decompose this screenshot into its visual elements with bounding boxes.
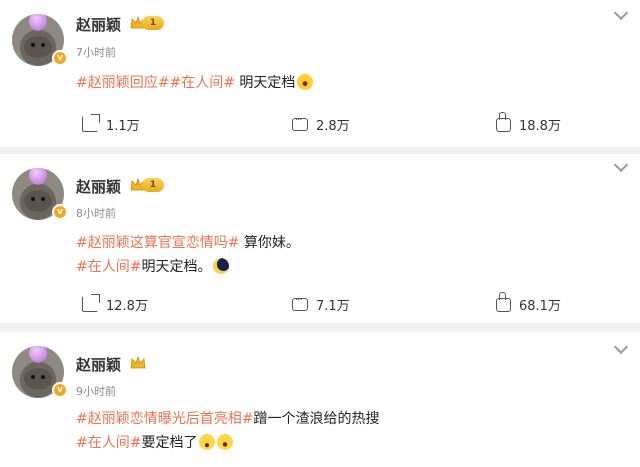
user-level-badge: 1 (142, 178, 164, 192)
share-icon (82, 114, 100, 132)
hedgehog-face (24, 36, 52, 58)
like-count: 68.1万 (519, 298, 561, 314)
user-level-badge: 1 (142, 16, 164, 30)
share-button[interactable]: 1.1万 (82, 114, 140, 134)
like-button[interactable]: 68.1万 (496, 292, 561, 314)
verified-badge-icon: v (52, 382, 68, 398)
shocked-emoji-icon (217, 434, 234, 450)
share-count: 12.8万 (106, 298, 148, 314)
weibo-post: v 赵丽颖 1 8小时前 #赵丽颖这算官宣恋情吗# 算你妹。 #在人间#明天定档… (0, 154, 640, 323)
post-text: 算你妹。 (239, 235, 300, 251)
share-icon (82, 294, 100, 312)
surprised-emoji-icon (297, 74, 314, 90)
topic-hashtag[interactable]: #赵丽颖这算官宣恋情吗# (76, 235, 239, 251)
balloon-graphic (29, 14, 47, 30)
post-text: 明天定档。 (141, 259, 212, 275)
post-text: 蹭一个渣浪给的热搜 (253, 411, 380, 427)
chevron-down-icon[interactable] (613, 5, 629, 21)
chevron-down-icon[interactable] (613, 157, 629, 173)
weibo-feed: v 赵丽颖 1 7小时前 #赵丽颖回应##在人间# 明天定档 1.1万 2.8万… (0, 0, 640, 467)
comment-button[interactable]: 2.8万 (292, 114, 350, 134)
moon-emoji-icon (213, 258, 230, 274)
post-text: 明天定档 (234, 75, 296, 91)
post-text: 要定档了 (141, 435, 198, 451)
post-text-line: #赵丽颖恋情曝光后首亮相#蹭一个渣浪给的热搜 (76, 408, 379, 428)
comment-count: 2.8万 (316, 118, 350, 134)
crying-emoji-icon (199, 434, 216, 450)
chevron-down-icon[interactable] (613, 339, 629, 355)
verified-badge-icon: v (52, 204, 68, 220)
share-count: 1.1万 (106, 118, 140, 134)
like-count: 18.8万 (519, 118, 561, 134)
action-bar: 1.1万 2.8万 18.8万 (0, 112, 640, 134)
topic-hashtag[interactable]: #赵丽颖回应##在人间# (76, 75, 235, 91)
thumbs-up-icon (496, 292, 511, 312)
share-button[interactable]: 12.8万 (82, 294, 148, 314)
comment-button[interactable]: 7.1万 (292, 294, 350, 314)
post-text-line: #在人间#要定档了 (76, 432, 234, 452)
post-text-line: #赵丽颖回应##在人间# 明天定档 (76, 72, 314, 92)
thumbs-up-icon (496, 112, 511, 132)
comment-count: 7.1万 (316, 298, 350, 314)
author-name[interactable]: 赵丽颖 (76, 354, 121, 375)
crown-icon (130, 356, 146, 369)
action-bar: 12.8万 7.1万 68.1万 (0, 292, 640, 314)
post-text-line: #在人间#明天定档。 (76, 256, 230, 276)
verified-badge-icon: v (52, 50, 68, 66)
comment-icon (292, 295, 308, 311)
topic-hashtag[interactable]: #在人间# (76, 435, 141, 451)
post-text-line: #赵丽颖这算官宣恋情吗# 算你妹。 (76, 232, 300, 252)
weibo-post: v 赵丽颖 1 7小时前 #赵丽颖回应##在人间# 明天定档 1.1万 2.8万… (0, 0, 640, 147)
like-button[interactable]: 18.8万 (496, 112, 561, 134)
post-time: 9小时前 (76, 385, 116, 398)
topic-hashtag[interactable]: #赵丽颖恋情曝光后首亮相# (76, 411, 253, 427)
topic-hashtag[interactable]: #在人间# (76, 259, 141, 275)
author-name[interactable]: 赵丽颖 (76, 14, 121, 35)
comment-icon (292, 115, 308, 131)
weibo-post: v 赵丽颖 9小时前 #赵丽颖恋情曝光后首亮相#蹭一个渣浪给的热搜 #在人间#要… (0, 332, 640, 467)
post-time: 8小时前 (76, 207, 116, 220)
author-name[interactable]: 赵丽颖 (76, 176, 121, 197)
post-time: 7小时前 (76, 46, 116, 59)
